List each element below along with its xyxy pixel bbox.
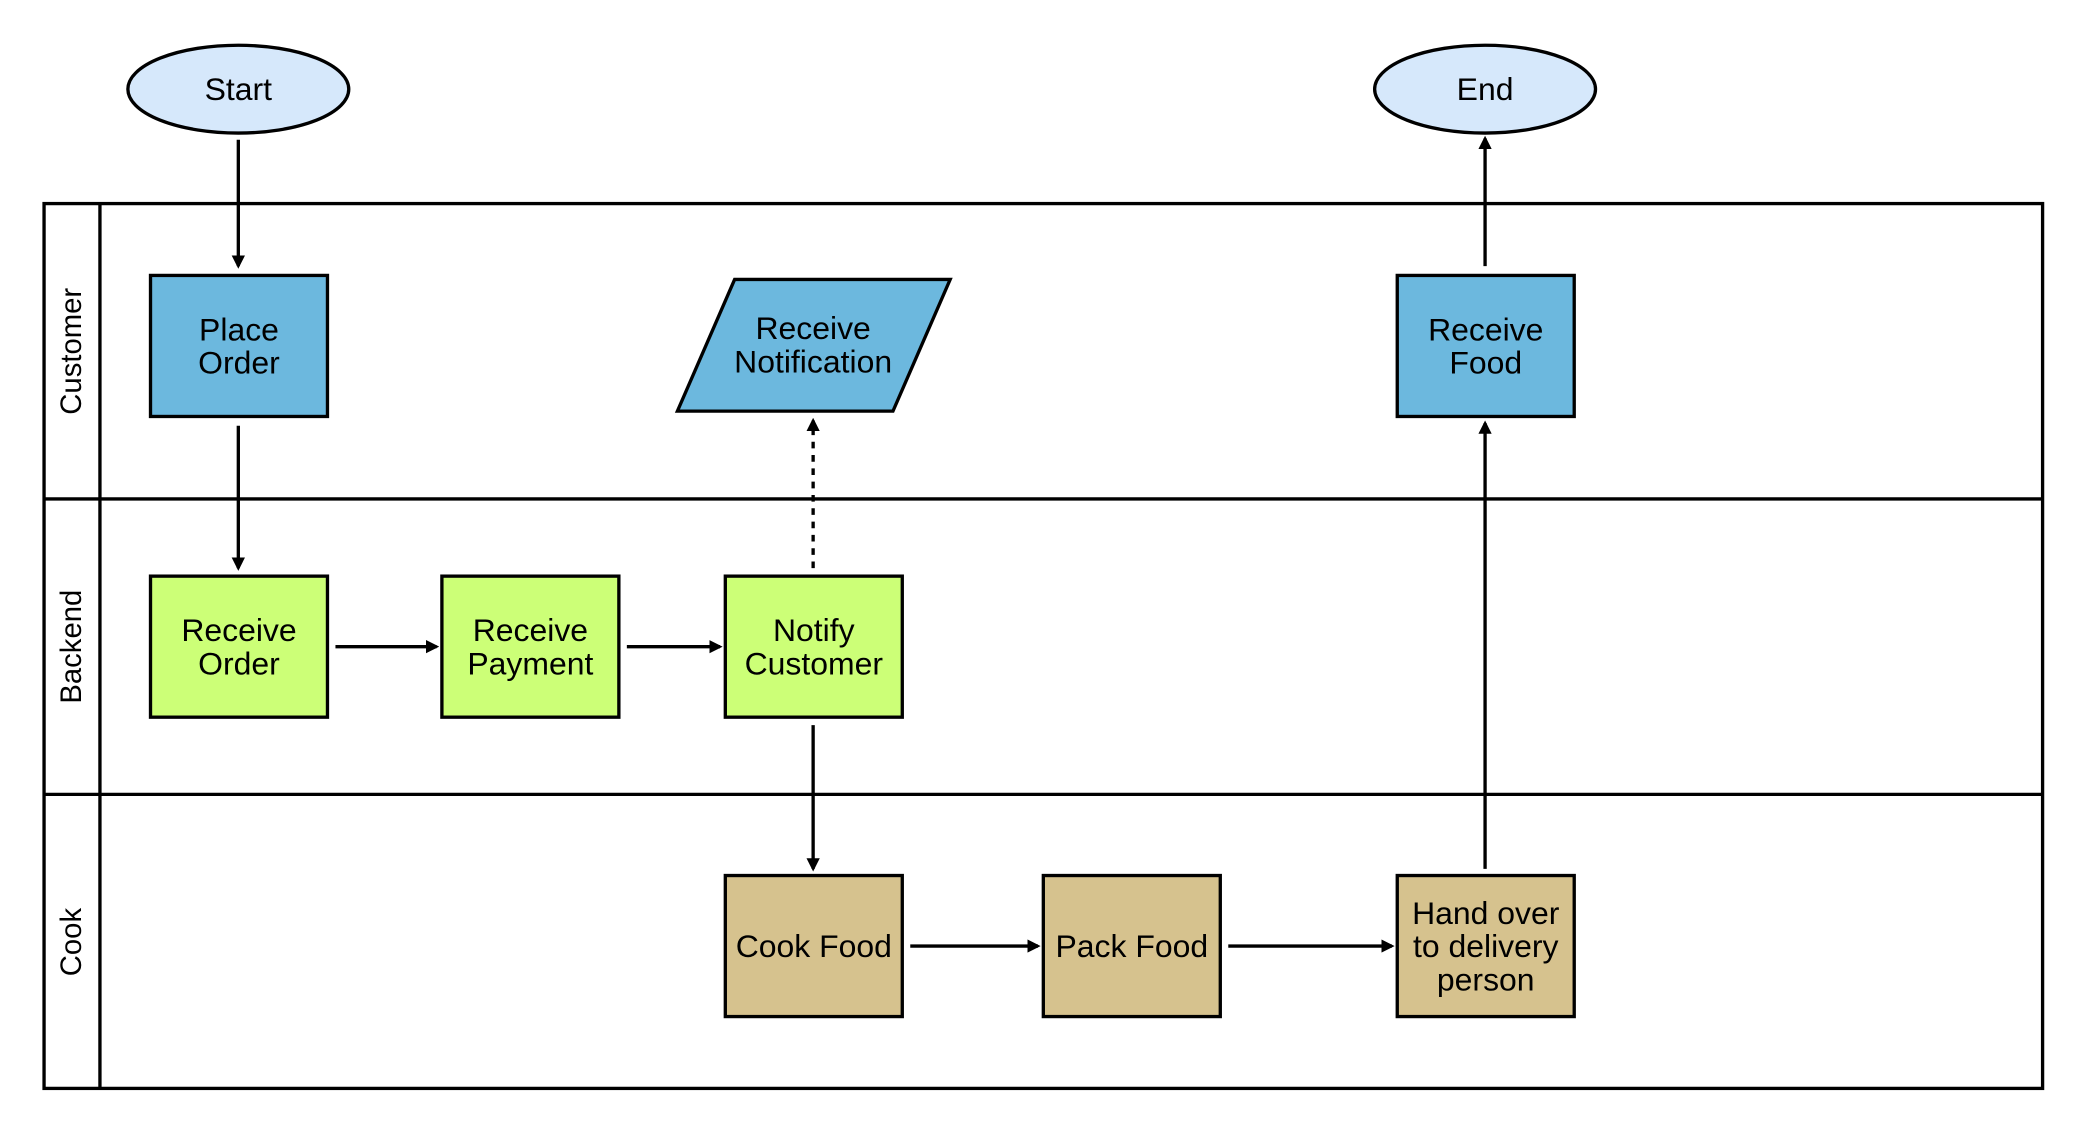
node-label: Order: [198, 645, 280, 681]
cook-food-node[interactable]: Cook Food: [723, 873, 904, 1019]
place-order-node[interactable]: PlaceOrder: [148, 273, 330, 419]
node-label: Customer: [745, 645, 884, 681]
node-label: Food: [1449, 345, 1522, 381]
end-label: End: [1457, 71, 1514, 107]
node-label: Pack Food: [1056, 928, 1209, 964]
receive-payment-node[interactable]: ReceivePayment: [440, 574, 621, 719]
node-label: Place: [199, 311, 279, 347]
node-label: Notification: [734, 343, 892, 379]
node-label: Receive: [181, 612, 296, 648]
connectors: [231, 135, 1492, 953]
lane-label-customer: Customer: [56, 288, 88, 415]
node-label: Cook Food: [736, 928, 892, 964]
receive-notification-node[interactable]: ReceiveNotification: [674, 277, 953, 413]
node-label: Receive: [755, 310, 870, 346]
receive-order-node[interactable]: ReceiveOrder: [148, 574, 330, 719]
node-label: Order: [198, 345, 280, 381]
pack-food-node[interactable]: Pack Food: [1041, 873, 1222, 1019]
node-label: Notify: [773, 612, 855, 648]
lane-label-backend: Backend: [56, 590, 88, 704]
start-label: Start: [205, 71, 273, 107]
receive-food-node[interactable]: ReceiveFood: [1395, 273, 1576, 419]
notify-customer-node[interactable]: NotifyCustomer: [723, 574, 904, 719]
node-label: Payment: [467, 645, 593, 681]
swimlane-flowchart: CustomerBackendCook Start EndPlaceOrderRe…: [42, 43, 2045, 1091]
hand-over-node[interactable]: Hand overto deliveryperson: [1395, 873, 1576, 1019]
node-label: to delivery: [1413, 928, 1559, 964]
start-terminal[interactable]: Start: [126, 43, 351, 135]
node-label: Receive: [473, 612, 588, 648]
nodes: Start EndPlaceOrderReceiveFoodReceiveOrde…: [126, 43, 1598, 1019]
node-label: person: [1437, 961, 1535, 997]
node-label: Receive: [1428, 311, 1543, 347]
node-label: Hand over: [1412, 895, 1560, 931]
end-terminal[interactable]: End: [1372, 43, 1598, 135]
lane-label-cook: Cook: [56, 908, 88, 977]
